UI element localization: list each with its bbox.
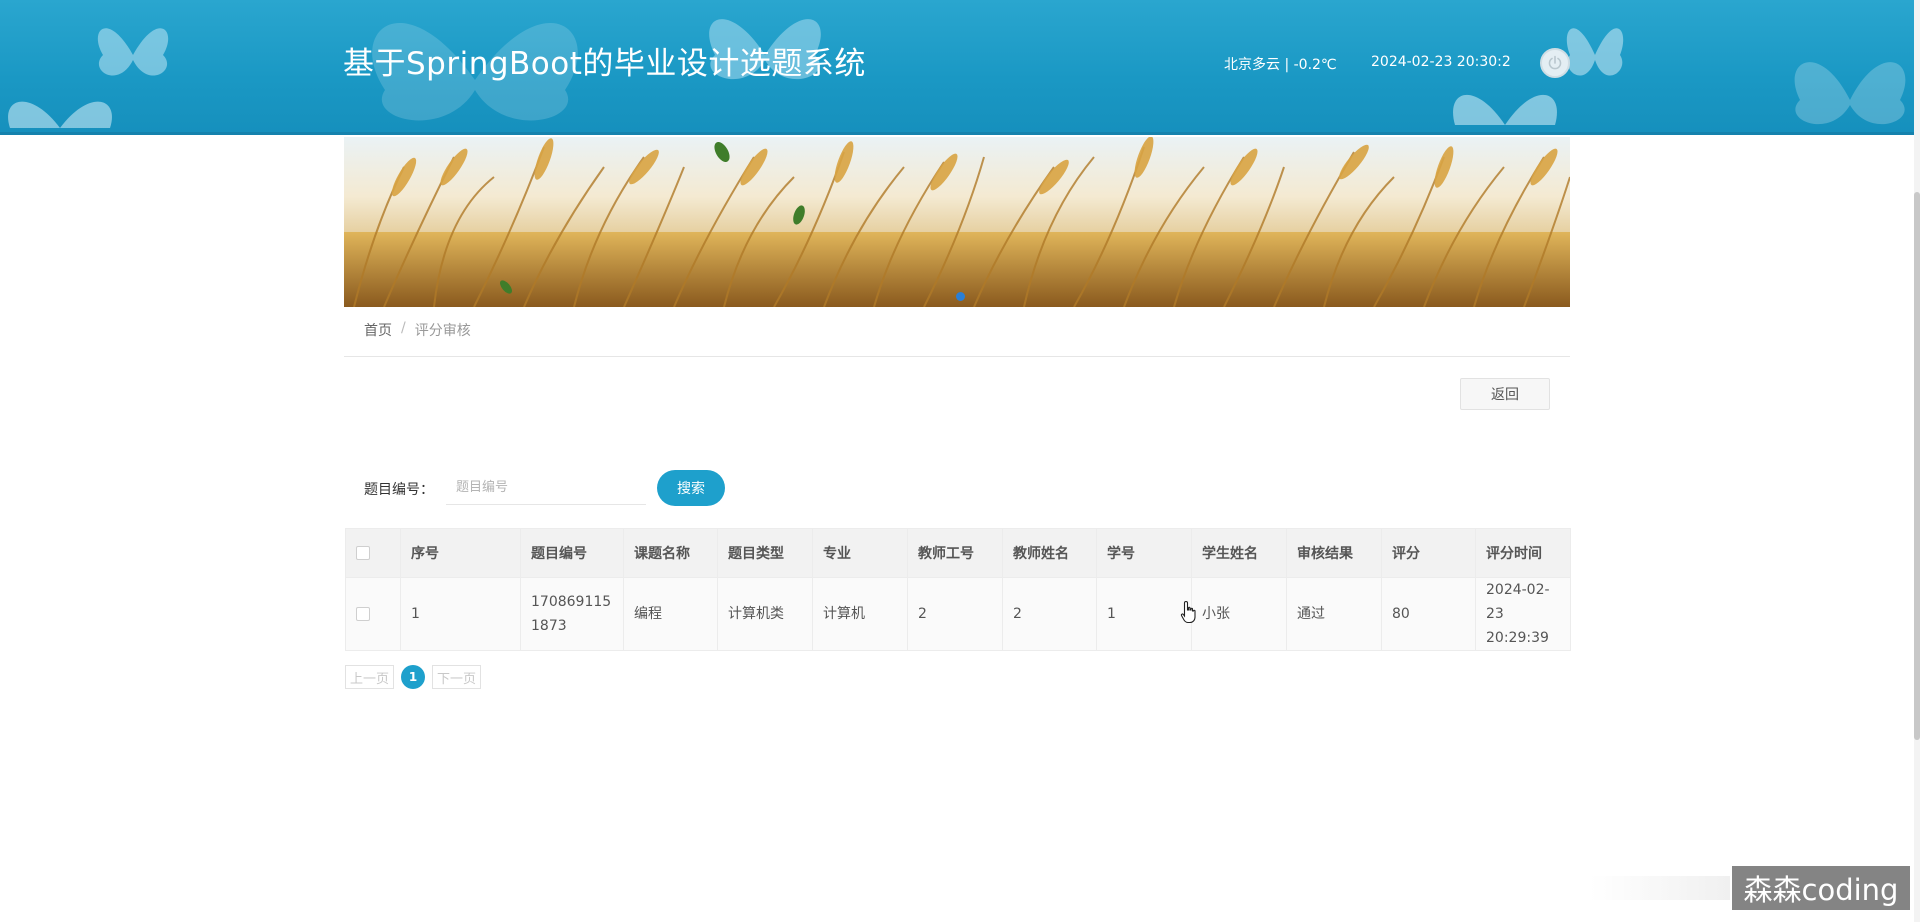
breadcrumb-current: 评分审核 [414, 323, 471, 339]
current-datetime: 2024-02-23 20:30:2 [1371, 54, 1511, 70]
table-cell: 1708691151873 [520, 577, 624, 651]
butterfly-decoration-icon [8, 101, 112, 128]
table-cell: 1 [400, 577, 521, 651]
column-header: 评分 [1381, 528, 1476, 578]
site-title: 基于SpringBoot的毕业设计选题系统 [343, 46, 866, 82]
butterfly-decoration-icon [1566, 28, 1624, 76]
select-all-checkbox[interactable] [356, 546, 370, 560]
column-header: 评分时间 [1475, 528, 1571, 578]
page-number-current[interactable]: 1 [401, 665, 426, 689]
hand-cursor-icon [1180, 600, 1196, 624]
table-cell: 2024-02-23 20:29:39 [1475, 577, 1571, 651]
topic-id-search-input[interactable] [446, 471, 646, 505]
table-header-row: 序号 题目编号 课题名称 题目类型 专业 教师工号 教师姓名 学号 学生姓名 审… [345, 528, 1571, 578]
wheat-field-banner [344, 137, 1570, 307]
table-cell: 2 [907, 577, 1003, 651]
breadcrumb-separator: / [401, 320, 406, 336]
search-button[interactable]: 搜索 [657, 470, 725, 506]
scrollbar-thumb[interactable] [1914, 192, 1920, 740]
column-header: 序号 [400, 528, 521, 578]
column-header: 题目类型 [717, 528, 813, 578]
review-table: 序号 题目编号 课题名称 题目类型 专业 教师工号 教师姓名 学号 学生姓名 审… [345, 528, 1571, 651]
banner-image [344, 137, 1570, 307]
back-button[interactable]: 返回 [1460, 378, 1550, 410]
column-header: 课题名称 [623, 528, 718, 578]
weather-info: 北京多云 | -0.2℃ [1224, 57, 1337, 73]
table-cell: 计算机 [812, 577, 908, 651]
table-cell: 计算机类 [717, 577, 813, 651]
pagination: 上一页 1 下一页 [345, 665, 482, 689]
column-header: 审核结果 [1286, 528, 1382, 578]
power-icon [1548, 55, 1562, 70]
table-row[interactable]: 1 1708691151873 编程 计算机类 计算机 2 2 1 小张 通过 … [345, 577, 1571, 651]
select-all-cell[interactable] [345, 528, 401, 578]
site-header: 基于SpringBoot的毕业设计选题系统 北京多云 | -0.2℃ 2024-… [0, 0, 1914, 135]
butterfly-decoration-icon [97, 28, 169, 76]
column-header: 教师姓名 [1002, 528, 1097, 578]
table-cell: 80 [1381, 577, 1476, 651]
breadcrumb: 首页 / 评分审核 [344, 320, 1570, 357]
column-header: 教师工号 [907, 528, 1003, 578]
row-checkbox[interactable] [356, 607, 370, 621]
row-select-cell[interactable] [345, 577, 401, 651]
next-page-button[interactable]: 下一页 [432, 665, 482, 689]
table-cell: 2 [1002, 577, 1097, 651]
table-cell: 1 [1096, 577, 1192, 651]
butterfly-decoration-icon [1794, 62, 1906, 125]
breadcrumb-home[interactable]: 首页 [364, 320, 392, 340]
column-header: 专业 [812, 528, 908, 578]
logout-button[interactable] [1540, 48, 1570, 78]
table-cell: 通过 [1286, 577, 1382, 651]
watermark-shadow [1590, 876, 1730, 900]
search-label: 题目编号： [364, 482, 434, 498]
carousel-indicator[interactable] [956, 292, 965, 301]
table-cell: 小张 [1191, 577, 1287, 651]
table-cell: 编程 [623, 577, 718, 651]
watermark-label: 森森coding [1732, 866, 1910, 910]
column-header: 学生姓名 [1191, 528, 1287, 578]
prev-page-button[interactable]: 上一页 [345, 665, 395, 689]
column-header: 学号 [1096, 528, 1192, 578]
column-header: 题目编号 [520, 528, 624, 578]
butterfly-decoration-icon [1453, 94, 1557, 125]
